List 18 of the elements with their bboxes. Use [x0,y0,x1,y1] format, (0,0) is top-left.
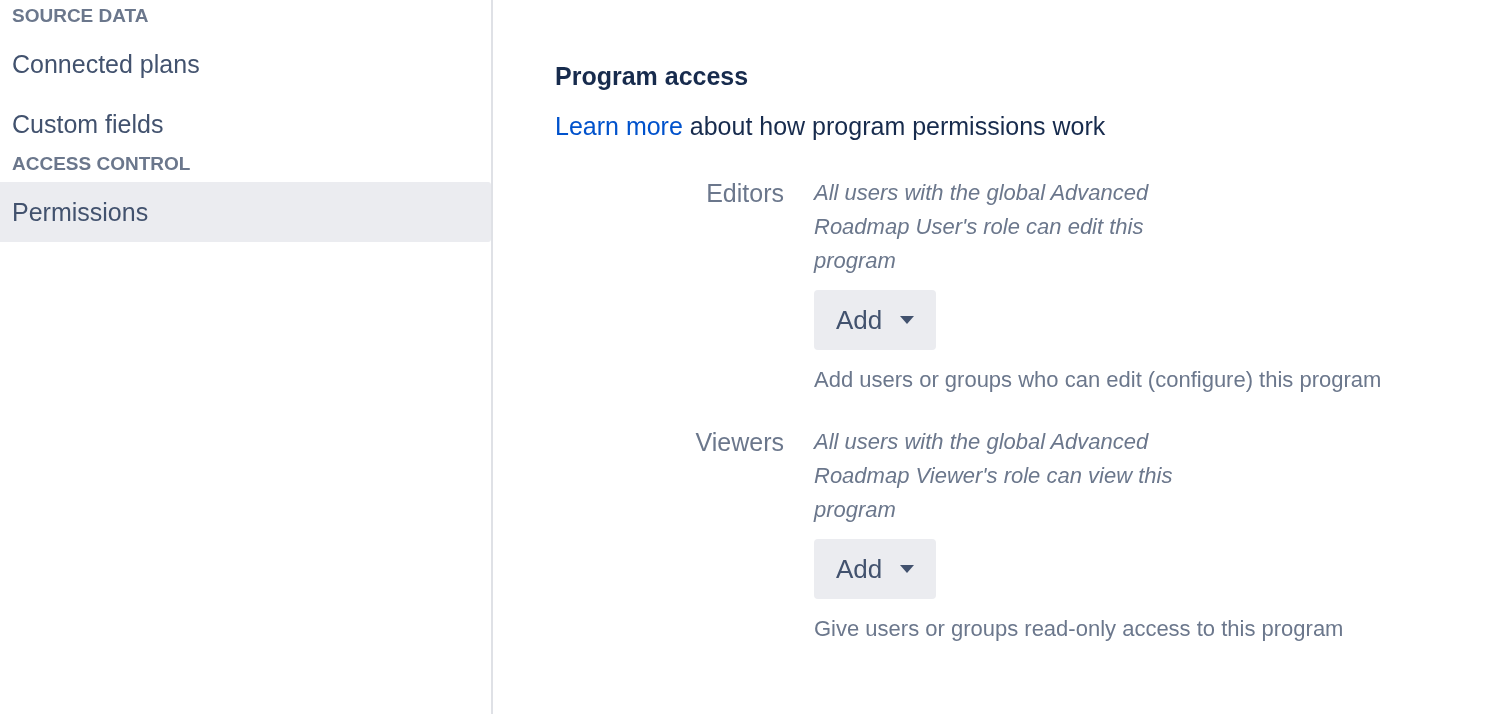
sidebar-item[interactable]: Permissions [0,182,491,242]
add-dropdown-button[interactable]: Add [814,539,937,599]
learn-more-link[interactable]: Learn more [555,112,683,140]
field-description: All users with the global Advanced Roadmap User's role can edit this program [814,179,1150,275]
sidebar-item[interactable]: Custom fields [0,94,491,154]
section-heading: ACCESS CONTROL [11,152,192,176]
sidebar-item[interactable]: Connected plans [0,34,491,94]
field-label: Editors [705,178,785,209]
section-title: Program access [555,61,750,92]
add-dropdown-button[interactable]: Add [814,290,937,350]
intro-text: Learn more about how program permissions work [555,111,1107,142]
caret-icon [900,565,915,573]
section-heading: SOURCE DATA [11,4,150,28]
field-description: All users with the global Advanced Roadmap Viewer's role can view this program [814,428,1174,524]
caret-icon [900,316,915,324]
field-help-text: Give users or groups read-only access to this program [814,615,1344,643]
field-help-text: Add users or groups who can edit (configure) this program [814,366,1382,394]
field-label: Viewers [694,427,785,458]
